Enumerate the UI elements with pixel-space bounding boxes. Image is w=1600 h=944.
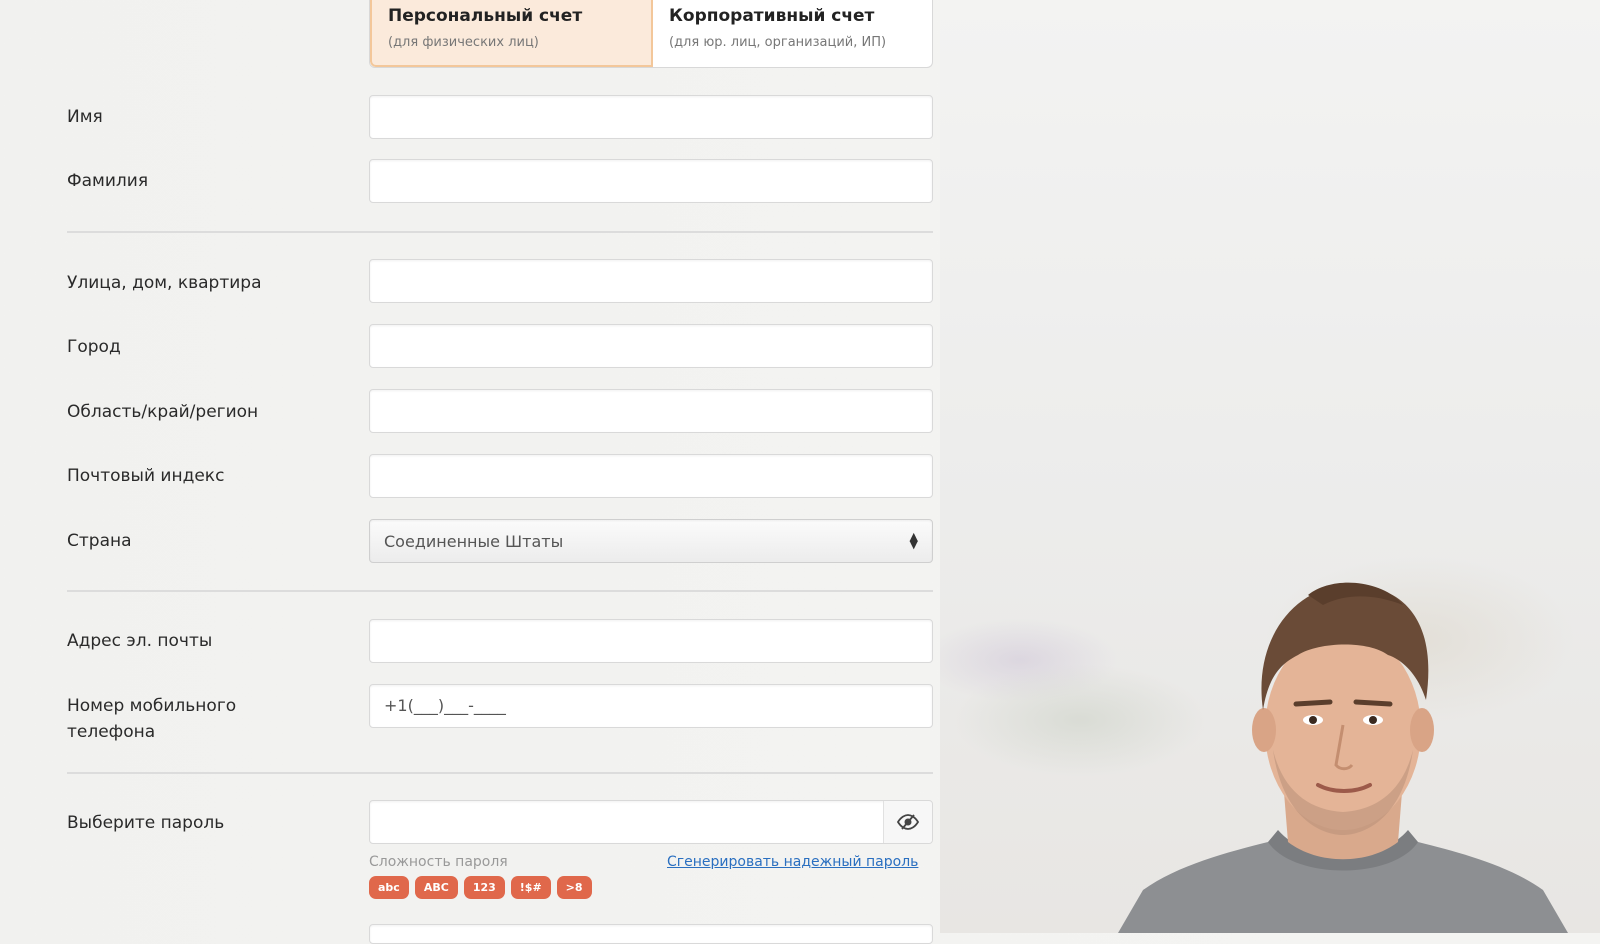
password-strength-label: Сложность пароля [369,854,508,870]
password-label: Выберите пароль [67,813,225,833]
last-name-field[interactable] [369,159,933,203]
person-photo [1118,582,1568,933]
strength-badge: 123 [463,876,505,899]
tab-personal-account[interactable]: Персональный счет (для физических лиц) [370,0,653,67]
generate-password-link[interactable]: Сгенерировать надежный пароль [667,854,918,870]
zip-label: Почтовый индекс [67,466,225,486]
tab-title: Персональный счет [388,6,583,26]
first-name-field[interactable] [369,95,933,139]
email-label: Адрес эл. почты [67,631,213,651]
section-divider [67,231,933,233]
strength-badge: >8 [556,876,592,899]
tab-title: Корпоративный счет [669,6,875,26]
toggle-password-visibility-button[interactable] [883,801,932,843]
last-name-label: Фамилия [67,171,149,191]
street-label: Улица, дом, квартира [67,273,262,293]
tab-corporate-account[interactable]: Корпоративный счет (для юр. лиц, организ… [653,0,932,67]
country-selected-value: Соединенные Штаты [384,531,564,551]
strength-badge: ABC [414,876,458,899]
street-field[interactable] [369,259,933,303]
country-label: Страна [67,531,132,551]
phone-label-line2: телефона [67,722,156,742]
account-type-tabs: Персональный счет (для физических лиц) К… [369,0,933,68]
strength-badge: abc [369,876,409,899]
country-select[interactable]: Соединенные Штаты ▲ ▼ [369,519,933,563]
phone-value: +1(___)___-____ [384,696,506,715]
first-name-label: Имя [67,107,103,127]
email-field[interactable] [369,619,933,663]
zip-field[interactable] [369,454,933,498]
phone-field[interactable]: +1(___)___-____ [369,684,933,728]
select-arrows-icon: ▲ ▼ [909,530,918,551]
next-field[interactable] [369,924,933,944]
strength-badge: !$# [510,876,551,899]
city-field[interactable] [369,324,933,368]
section-divider [67,590,933,592]
password-field[interactable] [369,800,933,844]
tab-subtitle: (для юр. лиц, организаций, ИП) [669,35,887,50]
eye-icon [897,814,919,830]
password-strength-badges: abc ABC 123 !$# >8 [369,876,592,899]
tab-subtitle: (для физических лиц) [388,35,539,50]
city-label: Город [67,337,121,357]
region-label: Область/край/регион [67,402,259,422]
phone-label-line1: Номер мобильного [67,696,237,716]
section-divider [67,772,933,774]
region-field[interactable] [369,389,933,433]
